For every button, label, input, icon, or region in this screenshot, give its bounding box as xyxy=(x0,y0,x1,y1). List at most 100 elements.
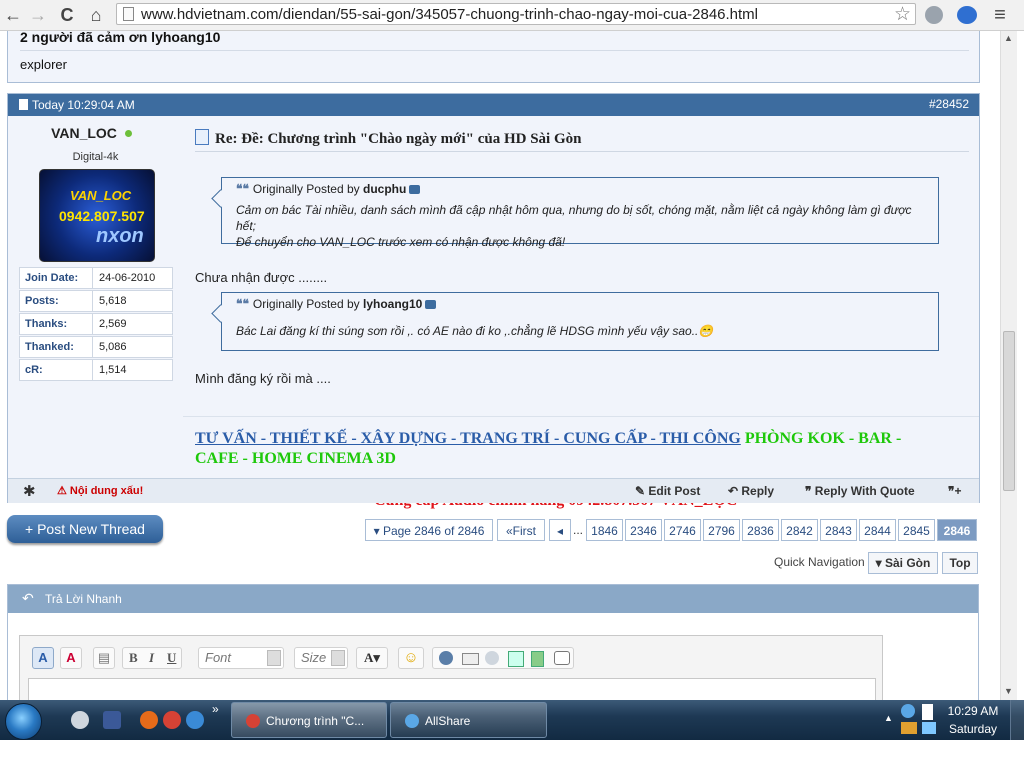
extension-chat-icon[interactable] xyxy=(957,6,977,24)
page-link[interactable]: 2843 xyxy=(820,519,857,541)
allshare-tray-icon[interactable] xyxy=(901,704,915,718)
underline-button[interactable]: U xyxy=(167,648,176,668)
page-link[interactable]: 2836 xyxy=(742,519,779,541)
page-link[interactable]: 2746 xyxy=(664,519,701,541)
italic-button[interactable]: I xyxy=(149,648,154,668)
facebook-icon[interactable] xyxy=(103,711,121,729)
view-post-icon[interactable] xyxy=(425,300,437,309)
unlink-icon[interactable] xyxy=(485,651,499,665)
stat-label: Thanked: xyxy=(25,341,74,353)
quick-reply-panel: ↶ Trả Lời Nhanh A A ▤ B I U Font Size A▾… xyxy=(7,584,979,700)
forum-jump-select[interactable]: ▾ Sài Gòn xyxy=(868,552,938,574)
chevron-down-icon xyxy=(267,650,281,666)
reload-button[interactable]: C xyxy=(56,4,78,26)
vertical-scrollbar[interactable]: ▲ ▼ xyxy=(1000,31,1018,700)
remove-format-icon[interactable]: A xyxy=(60,647,82,669)
window-edge xyxy=(1017,31,1024,700)
page-link[interactable]: 2845 xyxy=(898,519,935,541)
smilie-button[interactable]: ☺ xyxy=(398,647,424,669)
post-footer: ✱ ⚠ Nội dung xấu! ✎ Edit Post ↶ Reply ❞ … xyxy=(8,478,979,503)
message-text: Chưa nhận được ........ xyxy=(195,270,328,285)
font-placeholder: Font xyxy=(205,650,232,665)
signature-link[interactable]: TƯ VẤN - THIẾT KẾ - XÂY DỰNG - TRANG TRÍ… xyxy=(195,430,741,447)
page-link[interactable]: 1846 xyxy=(586,519,623,541)
title-divider xyxy=(195,151,969,152)
prev-page-button[interactable]: ◂ xyxy=(549,519,571,541)
clock[interactable]: 10:29 AM Saturday xyxy=(945,702,1001,738)
task-chrome[interactable]: Chương trình "C... xyxy=(231,702,387,738)
quote-author: ducphu xyxy=(362,182,407,196)
battery-icon[interactable] xyxy=(922,704,933,720)
reply-icon: ↶ xyxy=(22,590,34,606)
username[interactable]: VAN_LOC xyxy=(8,125,160,141)
back-button[interactable]: ← xyxy=(2,4,24,26)
avatar-text: VAN_LOC xyxy=(70,188,132,203)
home-button[interactable]: ⌂ xyxy=(85,4,107,26)
quick-reply-header: ↶ Trả Lời Nhanh xyxy=(8,585,978,613)
tray-expand-icon[interactable]: ▲ xyxy=(884,713,893,723)
signature-green-text: CAFE - HOME CINEMA 3D xyxy=(195,450,396,467)
multi-quote-button[interactable]: ❞+ xyxy=(948,484,961,498)
post-number[interactable]: #28452 xyxy=(929,97,969,111)
ie-icon[interactable] xyxy=(186,711,204,729)
firefox-icon[interactable] xyxy=(140,711,158,729)
message-textarea[interactable] xyxy=(28,678,876,700)
network-icon[interactable] xyxy=(901,722,917,734)
link-icon[interactable] xyxy=(439,651,453,665)
address-bar[interactable]: www.hdvietnam.com/diendan/55-sai-gon/345… xyxy=(116,3,916,25)
avatar[interactable]: VAN_LOC 0942.807.507 nxon xyxy=(39,169,155,262)
email-icon[interactable] xyxy=(462,653,479,665)
online-status-icon xyxy=(125,130,132,137)
signature: TƯ VẤN - THIẾT KẾ - XÂY DỰNG - TRANG TRÍ… xyxy=(183,416,979,479)
task-allshare[interactable]: AllShare xyxy=(390,702,547,738)
scrollbar-thumb[interactable] xyxy=(1003,331,1015,491)
video-icon[interactable] xyxy=(531,651,544,667)
thanked-by[interactable]: explorer xyxy=(20,57,67,72)
font-select[interactable]: Font xyxy=(198,647,284,669)
paste-icon[interactable]: ▤ xyxy=(93,647,115,669)
previous-post-thanks: 2 người đã cảm ơn lyhoang10 explorer xyxy=(7,31,980,83)
quote-icon[interactable] xyxy=(554,651,570,665)
edit-post-button[interactable]: ✎ Edit Post xyxy=(635,484,700,498)
signature-green-text: PHÒNG KOK - BAR - xyxy=(740,430,902,447)
bold-button[interactable]: B xyxy=(129,648,138,668)
report-button[interactable]: ⚠ Nội dung xấu! xyxy=(57,484,143,497)
scroll-up-icon[interactable]: ▲ xyxy=(1004,33,1013,43)
reply-with-quote-button[interactable]: ❞ Reply With Quote xyxy=(805,484,915,498)
text-style-group: B I U xyxy=(122,647,182,669)
quote-prefix: Originally Posted by xyxy=(252,297,360,311)
page-link[interactable]: 2842 xyxy=(781,519,818,541)
reply-button[interactable]: ↶ Reply xyxy=(728,484,774,498)
star-icon[interactable]: ✱ xyxy=(23,482,36,500)
start-button[interactable] xyxy=(5,703,42,740)
forward-button[interactable]: → xyxy=(27,4,49,26)
toggle-wysiwyg-icon[interactable]: A xyxy=(32,647,54,669)
quote-arrow xyxy=(211,304,230,323)
size-placeholder: Size xyxy=(301,650,327,665)
page-link[interactable]: 2844 xyxy=(859,519,896,541)
more-icon[interactable]: » xyxy=(212,702,219,716)
thanks-line: 2 người đã cảm ơn lyhoang10 xyxy=(20,31,221,45)
show-desktop-button[interactable] xyxy=(1010,700,1024,740)
chrome-icon[interactable] xyxy=(163,711,181,729)
page-link[interactable]: 2346 xyxy=(625,519,662,541)
page-of-label[interactable]: ▾ Page 2846 of 2846 xyxy=(365,519,493,541)
view-post-icon[interactable] xyxy=(409,185,421,194)
post-new-thread-button[interactable]: + Post New Thread xyxy=(7,515,163,543)
volume-icon[interactable] xyxy=(922,722,936,734)
page-link[interactable]: 2796 xyxy=(703,519,740,541)
quote-author: lyhoang10 xyxy=(362,297,423,311)
stat-value: 5,618 xyxy=(92,291,127,311)
chat-icon[interactable] xyxy=(71,711,89,729)
size-select[interactable]: Size xyxy=(294,647,348,669)
divider xyxy=(20,50,969,51)
menu-icon[interactable]: ≡ xyxy=(989,4,1011,26)
font-color-button[interactable]: A▾ xyxy=(356,647,388,669)
image-icon[interactable] xyxy=(508,651,524,667)
extension-icon[interactable] xyxy=(925,6,943,24)
post-content: Re: Đề: Chương trình "Chào ngày mới" của… xyxy=(183,116,979,479)
scroll-down-icon[interactable]: ▼ xyxy=(1004,686,1013,696)
bookmark-star-icon[interactable]: ☆ xyxy=(894,3,911,26)
first-page-button[interactable]: «First xyxy=(497,519,545,541)
top-button[interactable]: Top xyxy=(942,552,978,574)
